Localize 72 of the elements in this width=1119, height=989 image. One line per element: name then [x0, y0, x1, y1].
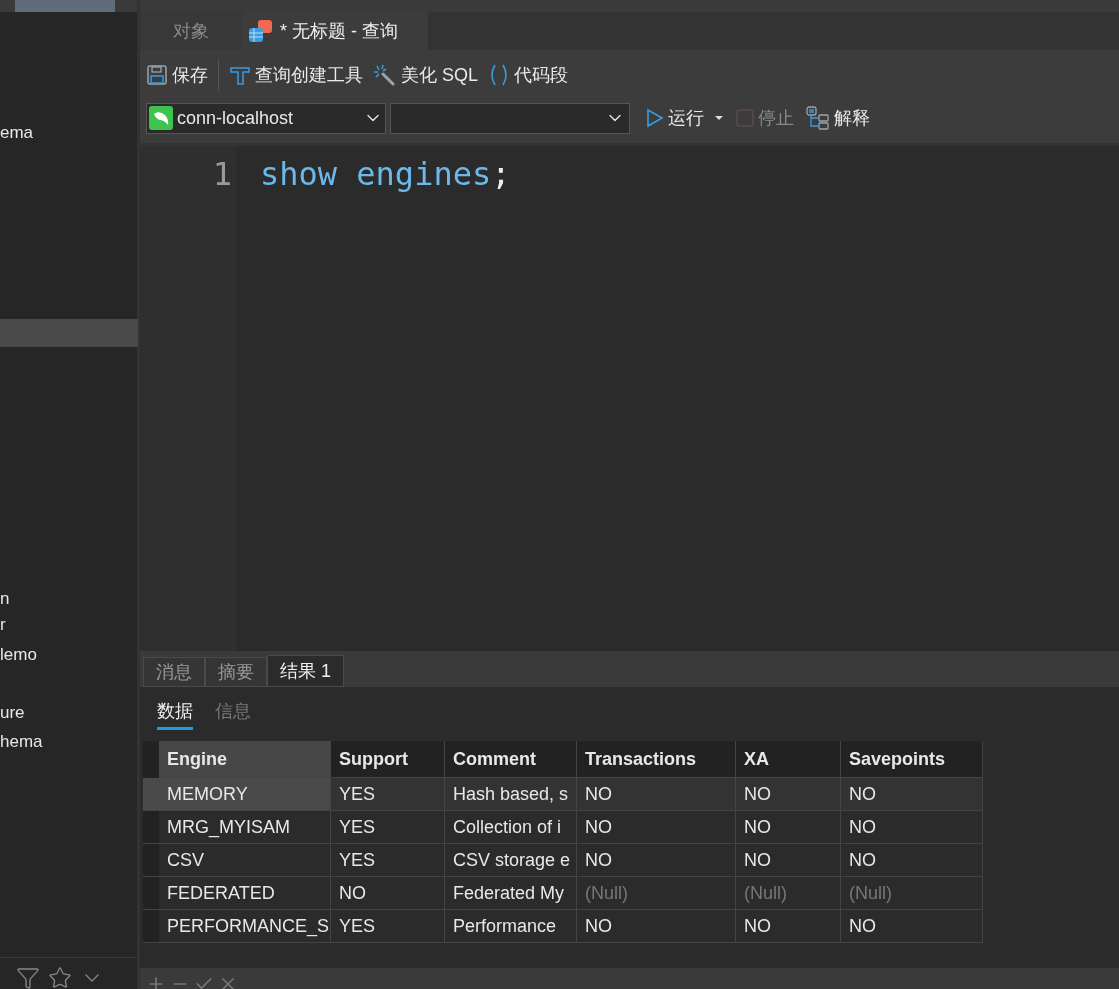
table-cell: CSV storage e — [445, 844, 577, 877]
table-cell: NO — [841, 811, 983, 844]
toolbar-button[interactable]: 查询创建工具 — [229, 61, 363, 89]
table-cell: YES — [331, 844, 445, 877]
connection-select[interactable]: conn-localhost — [146, 102, 386, 134]
action-button[interactable]: 解释 — [806, 104, 870, 132]
sidebar-item[interactable]: lemo — [0, 641, 37, 669]
sidebar-item[interactable]: r — [0, 611, 6, 639]
star-icon[interactable] — [48, 966, 72, 989]
table-cell: NO — [736, 778, 841, 811]
table-cell: NO — [736, 811, 841, 844]
row-header[interactable] — [143, 844, 159, 877]
table-cell: NO — [331, 877, 445, 910]
table-cell: FEDERATED — [159, 877, 331, 910]
play-icon — [646, 108, 664, 128]
database-select[interactable] — [390, 102, 630, 134]
toolbar-button[interactable]: 保存 — [146, 61, 208, 89]
column-header[interactable]: Comment — [445, 741, 577, 778]
table-cell: YES — [331, 778, 445, 811]
tree-diagram-icon — [806, 106, 830, 130]
table-cell: PERFORMANCE_S — [159, 910, 331, 943]
table-cell: NO — [841, 910, 983, 943]
toolbar-button[interactable]: 美化 SQL — [373, 61, 479, 89]
tab[interactable]: * 无标题 - 查询 — [242, 12, 428, 50]
column-header[interactable]: Engine — [159, 741, 331, 778]
column-header[interactable]: Support — [331, 741, 445, 778]
action-button[interactable]: 运行 — [646, 104, 724, 132]
filter-icon[interactable] — [16, 966, 40, 989]
table-cell: NO — [577, 778, 736, 811]
table-cell: YES — [331, 811, 445, 844]
sidebar-item[interactable]: ema — [0, 119, 34, 147]
table-cell: (Null) — [577, 877, 736, 910]
table-cell: Hash based, s — [445, 778, 577, 811]
table-cell: NO — [841, 778, 983, 811]
checkbox-icon — [736, 109, 754, 127]
table-cell: (Null) — [736, 877, 841, 910]
row-header[interactable] — [143, 877, 159, 910]
result-tab[interactable]: 消息 — [143, 657, 205, 687]
line-number: 1 — [212, 154, 232, 195]
magic-wand-icon — [373, 64, 397, 86]
table-cell: CSV — [159, 844, 331, 877]
row-header[interactable] — [143, 778, 159, 811]
table-cell: NO — [577, 844, 736, 877]
caret-icon — [714, 115, 724, 121]
table-cell: Collection of i — [445, 811, 577, 844]
row-header[interactable] — [143, 811, 159, 844]
table-cell: (Null) — [841, 877, 983, 910]
code-line: show engines; — [259, 154, 511, 194]
column-header[interactable]: XA — [736, 741, 841, 778]
table-cell: NO — [841, 844, 983, 877]
table-cell: MEMORY — [159, 778, 331, 811]
result-tab[interactable]: 结果 1 — [267, 655, 344, 687]
table-cell: NO — [577, 910, 736, 943]
row-header[interactable] — [143, 910, 159, 943]
column-header[interactable]: Transactions — [577, 741, 736, 778]
table-cell: YES — [331, 910, 445, 943]
sidebar-item[interactable]: ure — [0, 699, 25, 727]
table-cell: NO — [736, 844, 841, 877]
table-cell: Federated My — [445, 877, 577, 910]
sidebar-item[interactable]: n — [0, 585, 10, 613]
table-icon — [248, 19, 274, 43]
table-cell: MRG_MYISAM — [159, 811, 331, 844]
table-cell: Performance — [445, 910, 577, 943]
result-tab[interactable]: 摘要 — [205, 657, 267, 687]
sub-tab[interactable]: 数据 — [157, 698, 193, 730]
table-cell: NO — [736, 910, 841, 943]
table-cell: NO — [577, 811, 736, 844]
sidebar-item[interactable]: hema — [0, 728, 43, 756]
corner-header — [143, 741, 159, 778]
save-icon — [146, 64, 168, 86]
toolbar-button[interactable]: 代码段 — [488, 61, 569, 89]
column-header[interactable]: Savepoints — [841, 741, 983, 778]
